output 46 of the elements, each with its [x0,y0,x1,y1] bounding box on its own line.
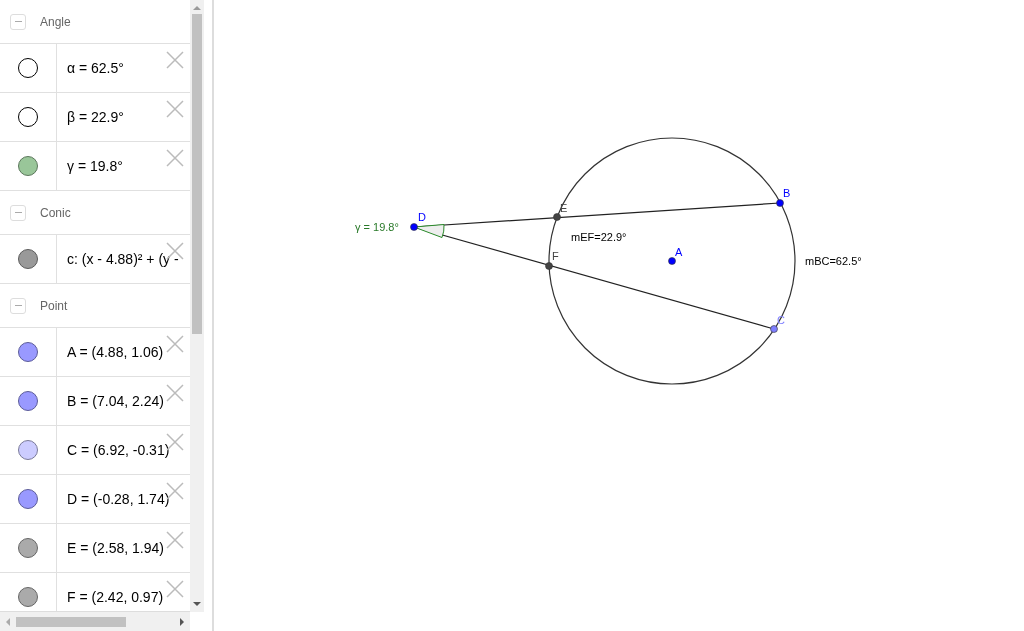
object-definition[interactable]: D = (-0.28, 1.74) [57,491,190,507]
scroll-right-icon[interactable] [178,617,186,626]
object-definition[interactable]: B = (7.04, 2.24) [57,393,190,409]
scroll-up-icon[interactable] [193,4,201,12]
visibility-toggle[interactable] [18,58,38,78]
point-label: B [783,188,791,199]
scroll-down-icon[interactable] [193,600,201,608]
group-title: Angle [40,14,71,29]
object-definition[interactable]: γ = 19.8° [57,158,190,174]
visibility-toggle[interactable] [18,156,38,176]
collapse-toggle[interactable] [10,297,26,314]
object-definition[interactable]: E = (2.58, 1.94) [57,540,190,556]
arc-measure-label: mBC=62.5° [805,256,862,267]
visibility-toggle[interactable] [18,538,38,558]
visibility-toggle[interactable] [18,249,38,269]
scroll-left-icon[interactable] [4,617,12,626]
group-title: Point [40,298,68,313]
point[interactable] [770,325,778,333]
object-definition[interactable]: F = (2.42, 0.97) [57,589,190,605]
point[interactable] [545,262,553,270]
point-label: F [552,251,559,262]
visibility-toggle[interactable] [18,440,38,460]
point[interactable] [668,257,676,265]
point[interactable] [410,223,418,231]
point[interactable] [553,213,561,221]
vertical-scrollbar[interactable] [190,0,204,612]
object-definition[interactable]: c: (x - 4.88)² + (y - [57,251,190,267]
visibility-toggle[interactable] [18,107,38,127]
collapse-toggle[interactable] [10,13,26,30]
object-definition[interactable]: A = (4.88, 1.06) [57,344,190,360]
visibility-toggle[interactable] [18,489,38,509]
object-definition[interactable]: α = 62.5° [57,60,190,76]
visibility-toggle[interactable] [18,391,38,411]
point-label: D [418,212,426,223]
angle-label: γ = 19.8° [355,222,399,233]
collapse-toggle[interactable] [10,204,26,221]
point-label: A [675,247,683,258]
point[interactable] [776,199,784,207]
object-definition[interactable]: β = 22.9° [57,109,190,125]
point-label: E [560,203,568,214]
visibility-toggle[interactable] [18,342,38,362]
object-definition[interactable]: C = (6.92, -0.31) [57,442,190,458]
visibility-toggle[interactable] [18,587,38,607]
arc-measure-label: mEF=22.9° [571,232,627,243]
horizontal-scrollbar[interactable] [0,612,190,631]
group-title: Conic [40,205,71,220]
